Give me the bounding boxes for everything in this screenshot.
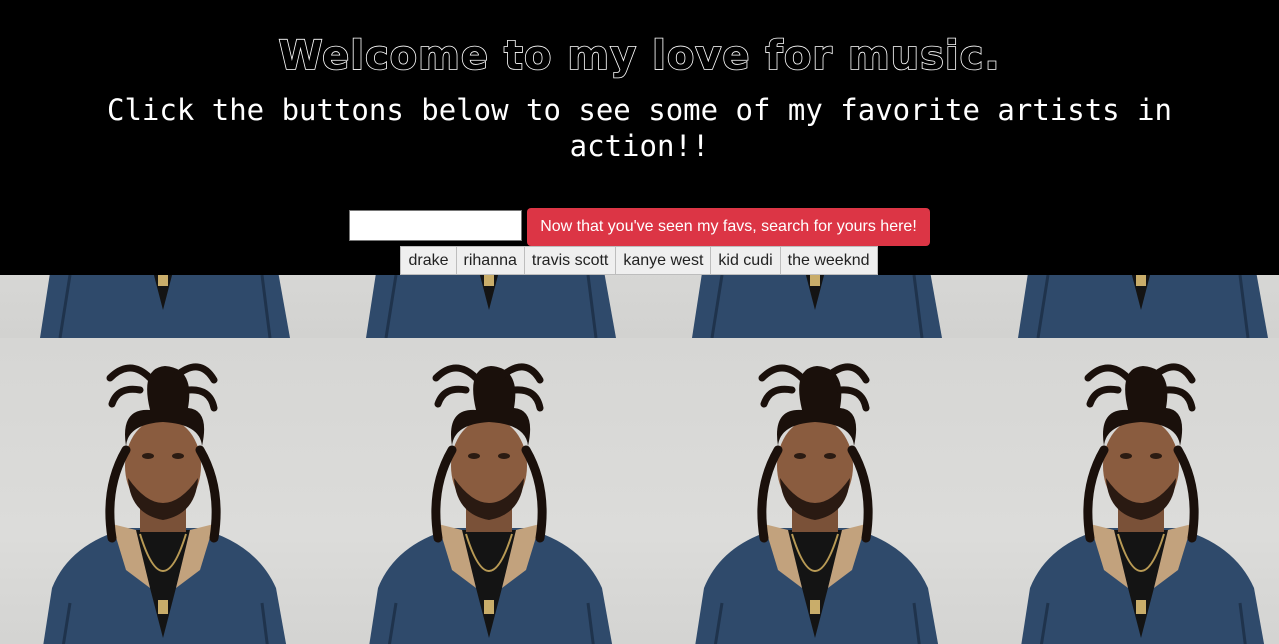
artist-button-drake[interactable]: drake (400, 246, 457, 275)
page: Welcome to my love for music. Click the … (0, 0, 1279, 644)
artist-photo-image (43, 363, 287, 644)
artist-button-travis-scott[interactable]: travis scott (523, 246, 617, 275)
artist-photo[interactable] (652, 338, 978, 644)
artist-photo[interactable] (978, 338, 1279, 644)
artist-button-kid-cudi[interactable]: kid cudi (710, 246, 781, 275)
page-title: Welcome to my love for music. (278, 32, 1001, 80)
artist-button-rihanna[interactable]: rihanna (455, 246, 525, 275)
page-subtitle: Click the buttons below to see some of m… (106, 93, 1173, 163)
artist-button-the-weeknd[interactable]: the weeknd (779, 246, 878, 275)
artist-photo-image (1021, 363, 1265, 644)
header: Welcome to my love for music. Click the … (0, 0, 1279, 275)
search-form: Now that you've seen my favs, search for… (0, 208, 1279, 246)
artist-photo[interactable] (0, 338, 326, 644)
artist-buttons: drake rihanna travis scott kanye west ki… (0, 246, 1279, 275)
artist-photo[interactable] (326, 338, 652, 644)
artist-button-kanye-west[interactable]: kanye west (615, 246, 712, 275)
search-button[interactable]: Now that you've seen my favs, search for… (527, 208, 930, 246)
artist-photo-image (369, 363, 613, 644)
artist-photo-image (695, 363, 939, 644)
search-input[interactable] (349, 209, 523, 241)
